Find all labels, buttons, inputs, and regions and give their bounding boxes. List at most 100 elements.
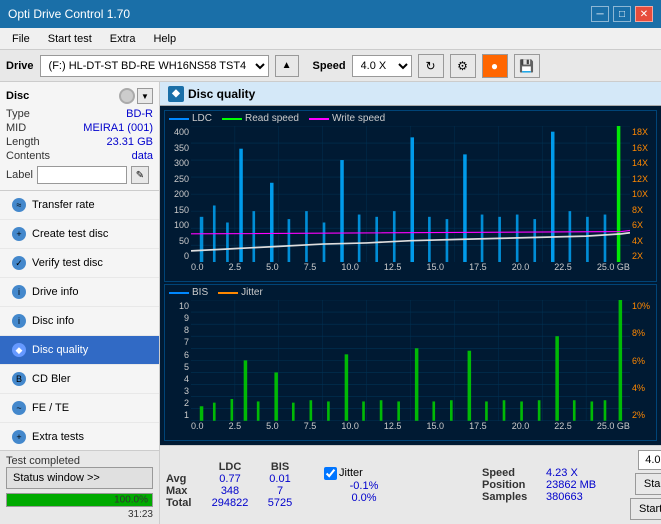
chart1-svg xyxy=(191,126,630,262)
stats-total-bis: 5725 xyxy=(256,497,304,509)
mid-label: MID xyxy=(6,122,26,134)
chart1-y-right: 18X 16X 14X 12X 10X 8X 6X 4X 2X xyxy=(630,126,656,262)
nav-label-cd-bler: CD Bler xyxy=(32,373,71,385)
menu-help[interactable]: Help xyxy=(145,31,184,47)
position-label: Position xyxy=(482,479,542,491)
legend-read-speed: Read speed xyxy=(222,113,299,124)
stats-avg-bis: 0.01 xyxy=(256,473,304,485)
drive-info-icon: i xyxy=(12,285,26,299)
minimize-button[interactable]: ─ xyxy=(591,6,609,22)
close-button[interactable]: ✕ xyxy=(635,6,653,22)
chart2-y-left: 10 9 8 7 6 5 4 3 2 1 xyxy=(165,300,191,421)
cd-bler-icon: B xyxy=(12,372,26,386)
action-buttons-area: 4.0 X Start full Start part xyxy=(630,450,661,520)
nav-label-disc-info: Disc info xyxy=(32,315,74,327)
chart1-legend: LDC Read speed Write speed xyxy=(165,111,656,126)
eject-button[interactable]: ▲ xyxy=(275,55,299,77)
save-button[interactable]: 💾 xyxy=(514,54,540,78)
maximize-button[interactable]: □ xyxy=(613,6,631,22)
nav-label-verify-test-disc: Verify test disc xyxy=(32,257,103,269)
contents-label: Contents xyxy=(6,150,50,162)
disc-type-row: Type BD-R xyxy=(6,108,153,120)
sidebar-item-transfer-rate[interactable]: ≈ Transfer rate xyxy=(0,191,159,220)
speed-position-section: Speed 4.23 X Position 23862 MB Samples 3… xyxy=(482,467,626,503)
stats-bis-header: BIS xyxy=(256,461,304,473)
status-window-button[interactable]: Status window >> xyxy=(6,467,153,489)
refresh-button[interactable]: ↻ xyxy=(418,54,444,78)
length-label: Length xyxy=(6,136,40,148)
menu-file[interactable]: File xyxy=(4,31,38,47)
label-button[interactable]: ✎ xyxy=(131,166,149,184)
nav-label-create-test-disc: Create test disc xyxy=(32,228,108,240)
label-input[interactable] xyxy=(37,166,127,184)
stats-avg-jitter: -0.1% xyxy=(324,480,404,492)
disc-section-title: Disc xyxy=(6,90,29,102)
legend-bis: BIS xyxy=(169,287,208,298)
sidebar-item-verify-test-disc[interactable]: ✓ Verify test disc xyxy=(0,249,159,278)
sidebar-item-disc-quality[interactable]: ◆ Disc quality xyxy=(0,336,159,365)
drive-label: Drive xyxy=(6,60,34,72)
drive-select[interactable]: (F:) HL-DT-ST BD-RE WH16NS58 TST4 xyxy=(40,55,269,77)
legend-write-speed: Write speed xyxy=(309,113,385,124)
nav-label-disc-quality: Disc quality xyxy=(32,344,88,356)
stats-empty-header xyxy=(166,461,204,473)
app-title: Opti Drive Control 1.70 xyxy=(8,7,130,21)
start-part-button[interactable]: Start part xyxy=(630,498,661,520)
legend-read-label: Read speed xyxy=(245,113,299,124)
nav-label-drive-info: Drive info xyxy=(32,286,78,298)
speed-select-stats[interactable]: 4.0 X xyxy=(638,450,661,470)
samples-value: 380663 xyxy=(546,491,626,503)
menu-extra[interactable]: Extra xyxy=(102,31,144,47)
jitter-checkbox[interactable] xyxy=(324,467,337,480)
jitter-section: Jitter -0.1% 0.0% xyxy=(324,467,474,504)
ldc-chart-container: LDC Read speed Write speed 400 xyxy=(164,110,657,282)
start-full-button[interactable]: Start full xyxy=(635,473,661,495)
titlebar-title: Opti Drive Control 1.70 xyxy=(8,7,130,21)
stats-avg-label: Avg xyxy=(166,473,204,485)
stats-total-label: Total xyxy=(166,497,204,509)
content-area: ◆ Disc quality LDC Read speed xyxy=(160,82,661,524)
sidebar-item-disc-info[interactable]: i Disc info xyxy=(0,307,159,336)
drivebar: Drive (F:) HL-DT-ST BD-RE WH16NS58 TST4 … xyxy=(0,50,661,82)
stats-row: LDC BIS Avg 0.77 0.01 Max 348 7 Total 29… xyxy=(166,450,655,520)
stats-total-ldc: 294822 xyxy=(204,497,256,509)
chart2-area: 10 9 8 7 6 5 4 3 2 1 10% 8% xyxy=(165,300,656,435)
jitter-label: Jitter xyxy=(339,467,363,479)
stats-table: LDC BIS Avg 0.77 0.01 Max 348 7 Total 29… xyxy=(166,461,316,509)
burn-button[interactable]: ● xyxy=(482,54,508,78)
chart1-y-left: 400 350 300 250 200 150 100 50 0 xyxy=(165,126,191,262)
sidebar-item-extra-tests[interactable]: + Extra tests xyxy=(0,423,159,450)
stats-ldc-header: LDC xyxy=(204,461,256,473)
main-area: Disc ▼ Type BD-R MID MEIRA1 (001) Length… xyxy=(0,82,661,524)
disc-header: Disc ▼ xyxy=(6,88,153,104)
read-speed-color-indicator xyxy=(222,118,242,120)
transfer-rate-icon: ≈ xyxy=(12,198,26,212)
charts-area: LDC Read speed Write speed 400 xyxy=(160,106,661,445)
bis-chart-container: BIS Jitter 10 9 8 7 6 5 xyxy=(164,284,657,441)
legend-write-label: Write speed xyxy=(332,113,385,124)
speed-header: Speed xyxy=(482,467,542,479)
titlebar-controls: ─ □ ✕ xyxy=(591,6,653,22)
sidebar-item-fe-te[interactable]: ~ FE / TE xyxy=(0,394,159,423)
stats-max-jitter: 0.0% xyxy=(324,492,404,504)
disc-options-button[interactable]: ▼ xyxy=(137,88,153,104)
type-label: Type xyxy=(6,108,30,120)
stats-max-bis: 7 xyxy=(256,485,304,497)
settings-button[interactable]: ⚙ xyxy=(450,54,476,78)
sidebar-nav: ≈ Transfer rate + Create test disc ✓ Ver… xyxy=(0,191,159,450)
disc-quality-title: Disc quality xyxy=(188,87,255,101)
sidebar-item-drive-info[interactable]: i Drive info xyxy=(0,278,159,307)
menu-start-test[interactable]: Start test xyxy=(40,31,100,47)
progress-bar-container: 100.0% xyxy=(6,493,153,507)
fe-te-icon: ~ xyxy=(12,401,26,415)
legend-jitter: Jitter xyxy=(218,287,263,298)
legend-ldc: LDC xyxy=(169,113,212,124)
ldc-color-indicator xyxy=(169,118,189,120)
speed-select[interactable]: 4.0 X xyxy=(352,55,412,77)
extra-tests-icon: + xyxy=(12,430,26,444)
stats-max-ldc: 348 xyxy=(204,485,256,497)
sidebar-item-cd-bler[interactable]: B CD Bler xyxy=(0,365,159,394)
sidebar: Disc ▼ Type BD-R MID MEIRA1 (001) Length… xyxy=(0,82,160,524)
disc-icon xyxy=(119,88,135,104)
sidebar-item-create-test-disc[interactable]: + Create test disc xyxy=(0,220,159,249)
